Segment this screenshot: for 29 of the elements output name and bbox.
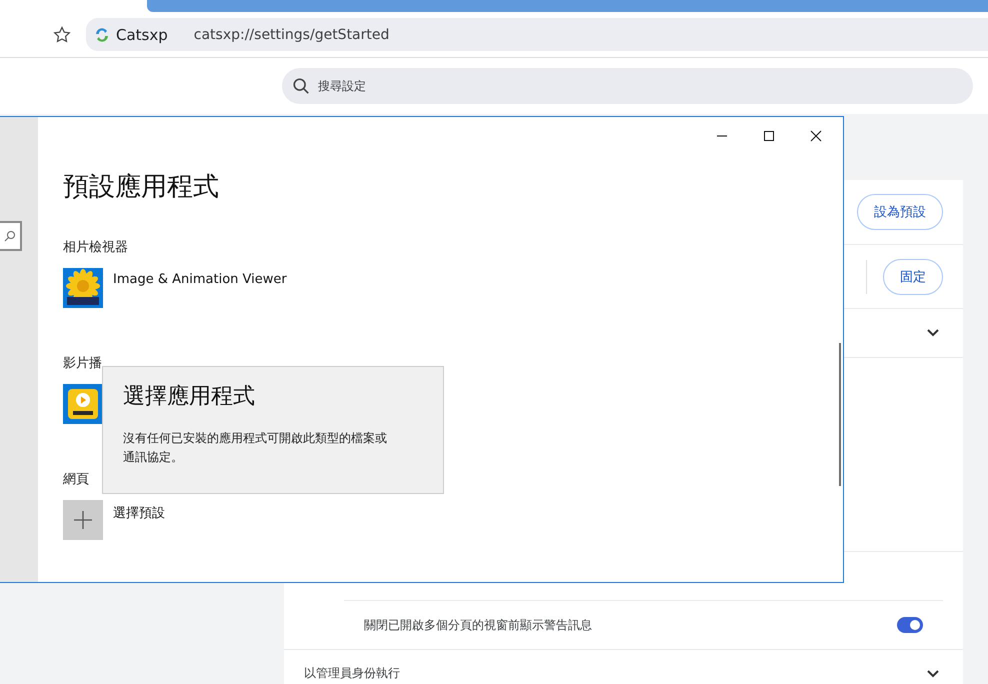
search-input[interactable]: 搜尋設定: [316, 78, 973, 94]
section-heading: 網頁: [63, 472, 89, 487]
dialog-title: 預設應用程式: [63, 171, 220, 204]
address-bar[interactable]: Catsxp catsxp://settings/getStarted: [86, 18, 988, 51]
flyout-title: 選擇應用程式: [123, 383, 256, 411]
search-box[interactable]: [0, 221, 22, 251]
pin-button[interactable]: 固定: [883, 258, 943, 294]
search-field[interactable]: 搜尋設定: [282, 68, 973, 104]
site-name: Catsxp: [116, 26, 168, 44]
close-icon: [810, 130, 822, 142]
toggle-switch[interactable]: [897, 617, 923, 633]
chevron-down-icon[interactable]: [927, 329, 939, 337]
search-icon: [292, 77, 310, 95]
app-name[interactable]: Image & Animation Viewer: [113, 272, 287, 287]
setting-label: 以管理員身份執行: [304, 665, 401, 682]
set-default-button[interactable]: 設為預設: [857, 194, 943, 230]
logo-icon: [94, 26, 110, 42]
app-name[interactable]: 選擇預設: [113, 504, 165, 522]
chevron-down-icon[interactable]: [927, 670, 939, 678]
scrollbar[interactable]: [839, 343, 841, 486]
flyout-message: 沒有任何已安裝的應用程式可開啟此類型的檔案或通訊協定。: [123, 430, 388, 466]
section-heading: 影片播: [63, 356, 102, 371]
section-heading: 相片檢視器: [63, 240, 128, 255]
url-text: catsxp://settings/getStarted: [194, 26, 390, 42]
star-icon[interactable]: [52, 24, 72, 44]
search-icon: [4, 230, 16, 242]
maximize-icon: [762, 130, 774, 142]
flower-icon: [63, 268, 103, 308]
setting-label: 關閉已開啟多個分頁的視窗前顯示警告訊息: [364, 616, 593, 634]
